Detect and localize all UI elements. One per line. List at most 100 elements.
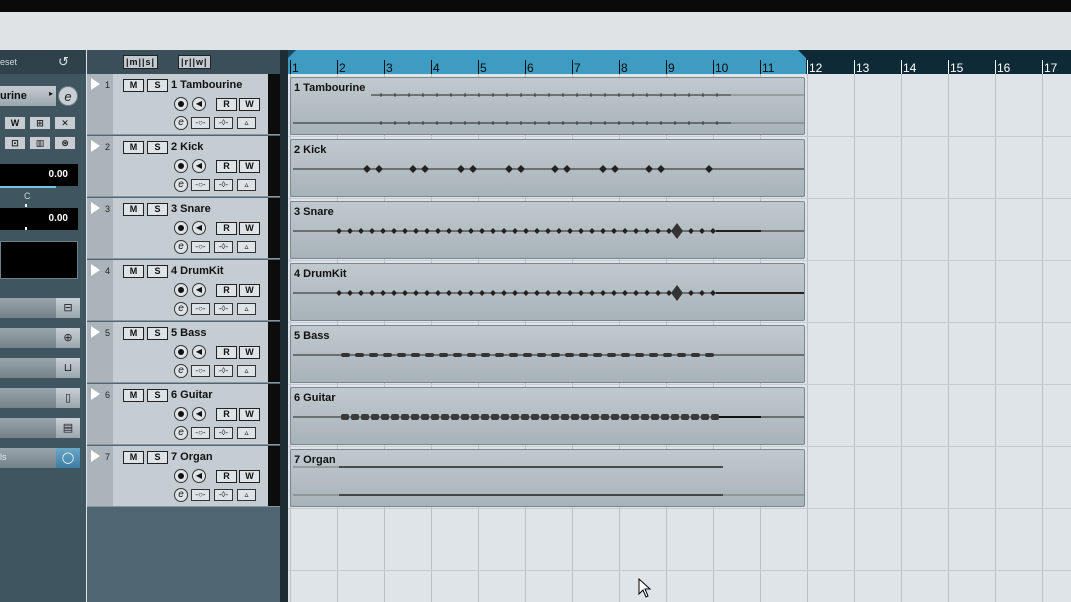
inspector-section-controls[interactable]: ls bbox=[0, 448, 56, 468]
solo-button[interactable]: S bbox=[147, 79, 168, 92]
track-name[interactable]: 7 Organ bbox=[171, 451, 213, 463]
freeze-icon[interactable]: ▵ bbox=[237, 489, 256, 501]
audio-event[interactable]: 7 Organ bbox=[290, 449, 805, 507]
play-arrow-icon[interactable] bbox=[91, 450, 100, 462]
record-enable-icon[interactable] bbox=[174, 345, 188, 359]
write-automation-button[interactable]: W bbox=[239, 346, 260, 359]
settings-icon[interactable]: ⊛ bbox=[54, 136, 76, 150]
inspector-section-notepad[interactable] bbox=[0, 418, 56, 438]
lane-icon[interactable]: -○- bbox=[191, 427, 210, 439]
read-write-group-button[interactable]: |r||w| bbox=[178, 55, 211, 69]
track-row[interactable]: 7 M S 7 Organ ◀ R W e -○- -◊- ▵ bbox=[87, 446, 280, 507]
timebase-icon[interactable]: -◊- bbox=[214, 241, 233, 253]
mute-button[interactable]: M bbox=[123, 451, 144, 464]
solo-button[interactable]: S bbox=[147, 265, 168, 278]
freeze-icon[interactable]: ▵ bbox=[237, 303, 256, 315]
track-name[interactable]: 3 Snare bbox=[171, 203, 211, 215]
monitor-icon[interactable]: ◀ bbox=[192, 283, 206, 297]
record-enable-icon[interactable] bbox=[174, 407, 188, 421]
solo-button[interactable]: S bbox=[147, 203, 168, 216]
record-enable-icon[interactable] bbox=[174, 97, 188, 111]
edit-channel-icon[interactable]: e bbox=[174, 116, 188, 130]
sends-icon[interactable]: ⊔ bbox=[56, 358, 80, 378]
edit-channel-icon[interactable]: e bbox=[58, 86, 78, 106]
lane-icon[interactable]: -○- bbox=[191, 179, 210, 191]
track-name[interactable]: 6 Guitar bbox=[171, 389, 213, 401]
mute-button[interactable]: M bbox=[123, 203, 144, 216]
write-automation-button[interactable]: W bbox=[239, 284, 260, 297]
track-row[interactable]: 5 M S 5 Bass ◀ R W e -○- -◊- ▵ bbox=[87, 322, 280, 383]
read-automation-button[interactable]: R bbox=[216, 408, 237, 421]
freeze-icon[interactable]: ▵ bbox=[237, 365, 256, 377]
monitor-icon[interactable]: ◀ bbox=[192, 407, 206, 421]
track-row[interactable]: 2 M S 2 Kick ◀ R W e -○- -◊- ▵ bbox=[87, 136, 280, 197]
timebase-icon[interactable]: -◊- bbox=[214, 117, 233, 129]
edit-channel-icon[interactable]: e bbox=[174, 426, 188, 440]
volume-display[interactable]: 0.00 bbox=[0, 164, 78, 186]
channel-icon[interactable]: ▯ bbox=[56, 388, 80, 408]
monitor-icon[interactable]: ◀ bbox=[192, 97, 206, 111]
timebase-icon[interactable]: -◊- bbox=[214, 489, 233, 501]
audio-event[interactable]: 2 Kick bbox=[290, 139, 805, 197]
track-row[interactable]: 3 M S 3 Snare ◀ R W e -○- -◊- ▵ bbox=[87, 198, 280, 259]
mute-button[interactable]: M bbox=[123, 141, 144, 154]
tracklist-splitter[interactable] bbox=[280, 50, 288, 602]
mute-button[interactable]: M bbox=[123, 265, 144, 278]
freeze-icon[interactable]: ▵ bbox=[237, 117, 256, 129]
edit-channel-icon[interactable]: e bbox=[174, 488, 188, 502]
write-automation-button[interactable]: W bbox=[239, 470, 260, 483]
record-enable-icon[interactable] bbox=[174, 221, 188, 235]
inspector-section-eq[interactable] bbox=[0, 328, 56, 348]
read-automation-button[interactable]: R bbox=[216, 222, 237, 235]
play-arrow-icon[interactable] bbox=[91, 202, 100, 214]
read-automation-button[interactable]: R bbox=[216, 346, 237, 359]
play-arrow-icon[interactable] bbox=[91, 78, 100, 90]
read-automation-button[interactable]: R bbox=[216, 284, 237, 297]
monitor-icon[interactable]: ◀ bbox=[192, 469, 206, 483]
audio-event[interactable]: 5 Bass bbox=[290, 325, 805, 383]
quick-controls-icon[interactable]: ◯ bbox=[56, 448, 80, 468]
write-automation-button[interactable]: W bbox=[239, 408, 260, 421]
read-automation-button[interactable]: R bbox=[216, 470, 237, 483]
edit-channel-icon[interactable]: e bbox=[174, 240, 188, 254]
audio-event[interactable]: 6 Guitar bbox=[290, 387, 805, 445]
edit-channel-icon[interactable]: e bbox=[174, 178, 188, 192]
write-automation-button[interactable]: W bbox=[239, 222, 260, 235]
edit-channel-icon[interactable]: e bbox=[174, 302, 188, 316]
record-enable-icon[interactable] bbox=[174, 469, 188, 483]
write-button[interactable]: W bbox=[4, 116, 26, 130]
freeze-icon[interactable]: ▵ bbox=[237, 241, 256, 253]
inspector-section-sends[interactable] bbox=[0, 358, 56, 378]
inspector-section-channel[interactable] bbox=[0, 388, 56, 408]
folder-icon[interactable]: ⊡ bbox=[4, 136, 26, 150]
audio-event[interactable]: 1 Tambourine bbox=[290, 77, 805, 135]
solo-button[interactable]: S bbox=[147, 451, 168, 464]
freeze-icon[interactable]: ▵ bbox=[237, 427, 256, 439]
pan-display[interactable]: 0.00 bbox=[0, 208, 78, 230]
track-name[interactable]: 1 Tambourine bbox=[171, 79, 242, 91]
track-name[interactable]: 2 Kick bbox=[171, 141, 203, 153]
notepad-icon[interactable]: ▤ bbox=[56, 418, 80, 438]
play-arrow-icon[interactable] bbox=[91, 264, 100, 276]
play-arrow-icon[interactable] bbox=[91, 388, 100, 400]
record-enable-icon[interactable] bbox=[174, 159, 188, 173]
lane-icon[interactable]: -○- bbox=[191, 241, 210, 253]
timebase-icon[interactable]: -◊- bbox=[214, 303, 233, 315]
reset-icon[interactable]: ↺ bbox=[58, 54, 69, 70]
edit-channel-icon[interactable]: e bbox=[174, 364, 188, 378]
track-row[interactable]: 1 M S 1 Tambourine ◀ R W e -○- -◊- ▵ bbox=[87, 74, 280, 135]
mute-button[interactable]: M bbox=[123, 389, 144, 402]
timebase-icon[interactable]: -◊- bbox=[214, 179, 233, 191]
timebase-icon[interactable]: -◊- bbox=[214, 427, 233, 439]
monitor-icon[interactable]: ◀ bbox=[192, 345, 206, 359]
lane-icon[interactable]: -○- bbox=[191, 365, 210, 377]
freeze-icon[interactable]: ▵ bbox=[237, 179, 256, 191]
inspector-section-inserts[interactable] bbox=[0, 298, 56, 318]
track-row[interactable]: 6 M S 6 Guitar ◀ R W e -○- -◊- ▵ bbox=[87, 384, 280, 445]
solo-button[interactable]: S bbox=[147, 327, 168, 340]
volume-slider[interactable] bbox=[0, 186, 56, 188]
lane-icon[interactable]: -○- bbox=[191, 489, 210, 501]
lane-icon[interactable]: -○- bbox=[191, 303, 210, 315]
grid-icon[interactable]: ⊞ bbox=[29, 116, 51, 130]
inserts-icon[interactable]: ⊟ bbox=[56, 298, 80, 318]
